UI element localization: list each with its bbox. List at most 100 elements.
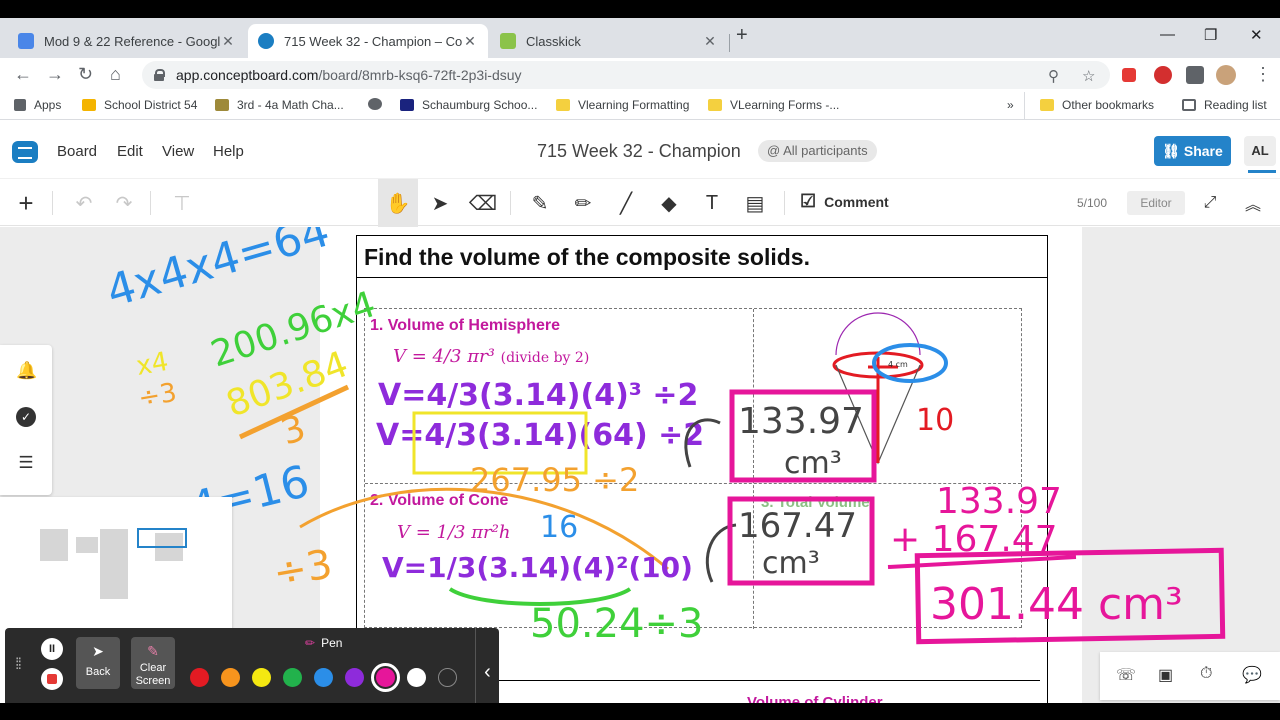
back-arrow-icon[interactable]: ← [14,64,32,85]
comment-label: Comment [824,193,889,210]
pen-mode-label: ✏ Pen [305,636,342,650]
eraser-icon: ✎ [147,643,159,659]
cone-formula: V = 1/3 πr²h [397,522,511,543]
ink-times4: x4 [134,347,171,382]
participants-badge[interactable]: @ All participants [758,140,877,162]
extension-icon[interactable] [1122,68,1136,82]
menu-help[interactable]: Help [213,143,244,160]
collapse-up-icon[interactable]: ︽ [1233,179,1273,227]
select-pointer-icon[interactable]: ➤ [420,179,460,227]
redo-icon[interactable]: ↷ [104,179,144,227]
board-title[interactable]: 715 Week 32 - Champion [537,141,741,162]
color-swatch[interactable] [221,668,240,687]
board-toolbar: + ↶ ↷ ⊤ ✋ ➤ ⌫ ✎ ✏ ╱ ◆ T ▤ ☑ Comment 5/100… [0,178,1280,227]
close-tab-icon[interactable]: ✕ [702,33,718,50]
docs-favicon-icon [18,33,34,49]
line-tool-icon[interactable]: ╱ [606,179,646,227]
home-icon[interactable]: ⌂ [110,64,121,85]
phone-icon[interactable]: ☏ [1116,665,1136,685]
clear-screen-button[interactable]: ✎ Clear Screen [131,637,175,689]
bookmark-apps[interactable]: Apps [14,98,61,112]
folder-icon [708,99,722,111]
undo-icon[interactable]: ↶ [64,179,104,227]
color-swatch[interactable] [345,668,364,687]
list-icon[interactable]: ☰ [16,453,36,473]
close-tab-icon[interactable]: ✕ [462,33,478,50]
question-1-title: 1. Volume of Hemisphere [370,317,560,334]
comment-button[interactable]: ☑ Comment [800,191,889,212]
reload-icon[interactable]: ↻ [78,64,93,85]
url-host: app.conceptboard.com [176,67,319,83]
other-bookmarks[interactable]: Other bookmarks [1040,98,1154,112]
chat-icon[interactable]: 💬 [1242,665,1262,685]
minimap-block [76,537,98,553]
board-canvas[interactable]: Find the volume of the composite solids.… [0,227,1280,720]
stop-icon[interactable] [41,668,63,690]
address-bar[interactable]: app.conceptboard.com/board/8mrb-ksq6-72f… [142,61,1110,89]
divider [150,191,151,215]
text-tool-icon[interactable]: T [692,179,732,227]
conceptboard-logo-icon[interactable] [12,141,38,163]
menu-view[interactable]: View [162,143,194,160]
pause-icon[interactable]: II [41,638,63,660]
divider [784,191,785,215]
color-swatch[interactable] [190,668,209,687]
bookmark-label: Schaumburg Schoo... [422,98,538,112]
color-swatch[interactable] [252,668,271,687]
bookmark-item[interactable] [368,98,390,110]
profile-avatar-icon[interactable] [1216,65,1236,85]
extension-icon[interactable] [1154,66,1172,84]
more-bookmarks-button[interactable]: » [1007,98,1014,112]
sticky-note-icon[interactable]: ▤ [735,179,775,227]
bookmark-item[interactable]: Vlearning Formatting [556,98,689,112]
restore-button[interactable]: ❐ [1204,26,1217,44]
marker-icon[interactable]: ✏ [563,179,603,227]
close-tab-icon[interactable]: ✕ [220,33,236,50]
editor-role-button[interactable]: Editor [1127,191,1185,215]
browser-tab-active[interactable]: 715 Week 32 - Champion – Conc ✕ [248,24,488,58]
format-painter-icon[interactable]: ⊤ [162,179,202,227]
bookmark-item[interactable]: VLearning Forms -... [708,98,839,112]
bookmark-star-icon[interactable]: ☆ [1082,67,1095,85]
browser-tab[interactable]: Mod 9 & 22 Reference - Google ✕ [8,24,246,58]
menu-kebab-icon[interactable]: ⋮ [1254,64,1272,85]
pen-tool-icon[interactable]: ✎ [520,179,560,227]
drag-handle-icon[interactable]: ⁞⁞ [15,656,22,674]
shapes-icon[interactable]: ◆ [649,179,689,227]
bell-icon[interactable]: 🔔 [16,361,37,381]
share-button[interactable]: ⛓ Share [1154,136,1231,166]
color-swatch[interactable] [314,668,333,687]
pointer-icon: ➤ [92,643,104,659]
user-avatar[interactable]: AL [1244,136,1276,166]
hand-tool-icon[interactable]: ✋ [378,179,418,227]
forward-arrow-icon[interactable]: → [46,64,64,85]
extensions-puzzle-icon[interactable] [1186,66,1204,84]
menu-board[interactable]: Board [57,143,97,160]
bookmark-item[interactable]: School District 54 [82,98,197,112]
minimap-viewport[interactable] [137,528,187,548]
tab-title: 715 Week 32 - Champion – Conc [284,33,462,49]
color-swatch[interactable] [371,663,400,692]
browser-tab[interactable]: Classkick ✕ [490,24,728,58]
color-swatch[interactable] [438,668,457,687]
divider [753,309,754,629]
add-icon[interactable]: + [6,179,46,227]
bookmark-item[interactable]: 3rd - 4a Math Cha... [215,98,344,112]
presentation-icon[interactable]: ▣ [1158,665,1173,685]
close-window-button[interactable]: ✕ [1250,26,1263,44]
menu-edit[interactable]: Edit [117,143,143,160]
back-button[interactable]: ➤ Back [76,637,120,689]
eraser-icon[interactable]: ⌫ [463,179,503,227]
bookmark-item[interactable]: Schaumburg Schoo... [400,98,537,112]
minimize-button[interactable]: — [1160,26,1175,43]
zoom-icon[interactable]: ⚲ [1048,67,1059,85]
color-swatch[interactable] [407,668,426,687]
color-swatch[interactable] [283,668,302,687]
fullscreen-icon[interactable]: ⤢ [1190,179,1230,227]
check-circle-icon[interactable]: ✓ [16,407,36,427]
pen-label: Pen [321,636,343,650]
new-tab-button[interactable]: + [736,24,748,47]
letterbox-top [0,0,1280,18]
reading-list[interactable]: Reading list [1182,98,1267,112]
timer-icon[interactable]: ⏱ [1200,665,1212,683]
